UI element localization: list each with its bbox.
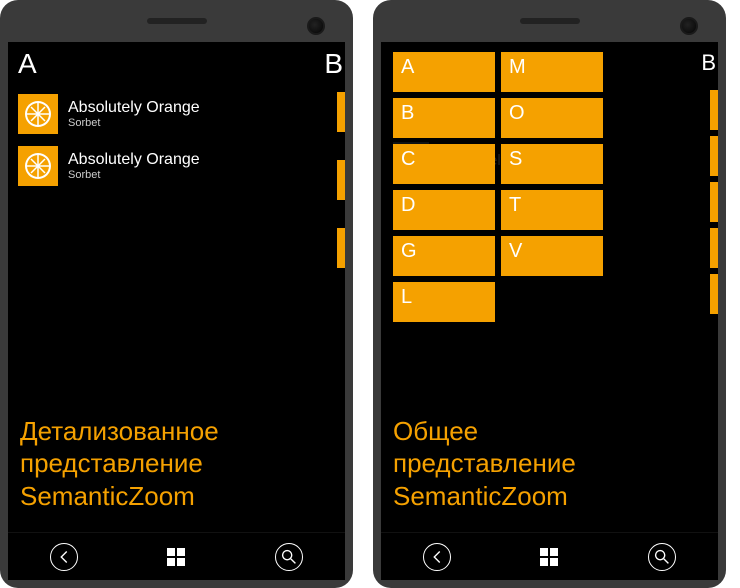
jump-tile-l[interactable]: L: [393, 282, 495, 322]
search-button[interactable]: [644, 539, 680, 575]
jump-tile-g[interactable]: G: [393, 236, 495, 276]
phone-top-bezel: [8, 10, 345, 42]
caption-zoomout: Общее представление SemanticZoom: [393, 415, 576, 513]
detail-content: A B Absolutely Orange Sorbet Absolutely …: [8, 42, 345, 532]
item-subtitle: Sorbet: [68, 117, 200, 129]
phone-screen: Absolutely Orange A M B O C S D T G V L …: [381, 42, 718, 580]
caption-detail: Детализованное представление SemanticZoo…: [20, 415, 219, 513]
jump-tile-o[interactable]: O: [501, 98, 603, 138]
jump-tile-d[interactable]: D: [393, 190, 495, 230]
item-text: Absolutely Orange Sorbet: [68, 99, 200, 129]
phone-camera: [307, 17, 325, 35]
back-button[interactable]: [419, 539, 455, 575]
item-title: Absolutely Orange: [68, 99, 200, 117]
item-title: Absolutely Orange: [68, 151, 200, 169]
phone-speaker: [520, 18, 580, 24]
phone-camera: [680, 17, 698, 35]
jump-tile-m[interactable]: M: [501, 52, 603, 92]
jump-tile-b[interactable]: B: [393, 98, 495, 138]
group-header-a[interactable]: A: [18, 48, 318, 80]
search-button[interactable]: [271, 539, 307, 575]
item-text: Absolutely Orange Sorbet: [68, 151, 200, 181]
start-button[interactable]: [531, 539, 567, 575]
jump-tile-t[interactable]: T: [501, 190, 603, 230]
item-subtitle: Sorbet: [68, 169, 200, 181]
phone-detail-view: A B Absolutely Orange Sorbet Absolutely …: [0, 0, 353, 588]
peek-block: [337, 92, 345, 132]
peek-block: [337, 160, 345, 200]
peek-tile: [710, 182, 718, 222]
peek-tile: [710, 228, 718, 268]
peek-tile-column: [710, 90, 718, 314]
next-group-peek: [337, 92, 345, 268]
caption-line: SemanticZoom: [20, 480, 219, 513]
phone-speaker: [147, 18, 207, 24]
navigation-bar: [8, 532, 345, 580]
jump-tile-a[interactable]: A: [393, 52, 495, 92]
caption-line: SemanticZoom: [393, 480, 576, 513]
jump-list-grid: A M B O C S D T G V L: [391, 48, 718, 322]
back-button[interactable]: [46, 539, 82, 575]
phone-zoomout-view: Absolutely Orange A M B O C S D T G V L …: [373, 0, 726, 588]
orange-slice-icon: [18, 146, 58, 186]
caption-line: представление: [393, 447, 576, 480]
list-item[interactable]: Absolutely Orange Sorbet: [18, 140, 345, 192]
windows-icon: [167, 548, 185, 566]
peek-tile: [710, 274, 718, 314]
peek-tile: [710, 90, 718, 130]
start-button[interactable]: [158, 539, 194, 575]
peek-group-letter: B: [701, 50, 716, 76]
peek-block: [337, 228, 345, 268]
navigation-bar: [381, 532, 718, 580]
caption-line: Детализованное: [20, 415, 219, 448]
zoomout-content: Absolutely Orange A M B O C S D T G V L …: [381, 42, 718, 532]
jump-tile-c[interactable]: C: [393, 144, 495, 184]
group-header-row: A B: [18, 48, 345, 80]
orange-slice-icon: [18, 94, 58, 134]
caption-line: Общее: [393, 415, 576, 448]
group-header-peek-b[interactable]: B: [324, 48, 345, 80]
windows-icon: [540, 548, 558, 566]
phone-screen: A B Absolutely Orange Sorbet Absolutely …: [8, 42, 345, 580]
peek-tile: [710, 136, 718, 176]
phone-top-bezel: [381, 10, 718, 42]
jump-tile-v[interactable]: V: [501, 236, 603, 276]
jump-tile-s[interactable]: S: [501, 144, 603, 184]
list-item[interactable]: Absolutely Orange Sorbet: [18, 88, 345, 140]
caption-line: представление: [20, 447, 219, 480]
